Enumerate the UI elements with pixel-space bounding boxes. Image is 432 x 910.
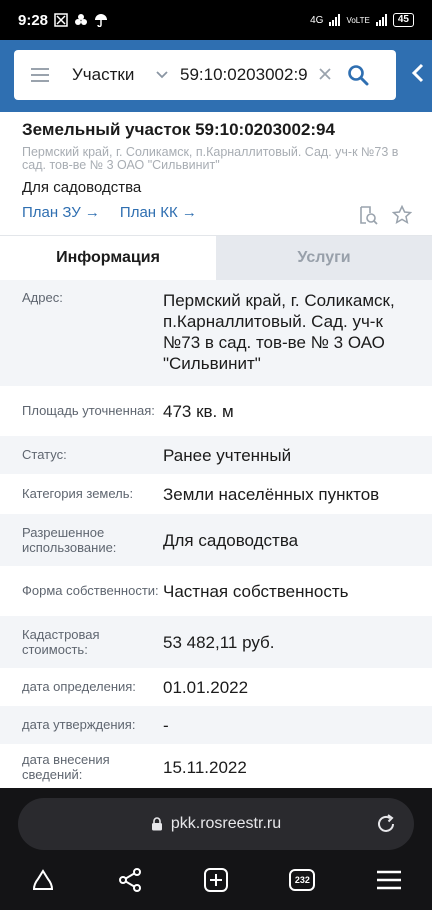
row-value: Частная собственность [163,581,349,601]
category-select[interactable]: Участки [66,65,150,85]
row-label: Адрес: [22,290,63,305]
star-icon[interactable] [392,205,412,225]
tab-count-button[interactable]: 232 [289,869,316,891]
table-row: дата внесения сведений: 15.11.2022 [0,744,432,790]
row-value: Земли населённых пунктов [163,484,380,504]
header-actions [358,205,412,225]
arrow-right-icon: → [181,204,197,221]
document-search-icon[interactable] [358,205,378,225]
hamburger-icon[interactable] [14,50,66,100]
menu-icon[interactable] [376,869,402,891]
row-value: 01.01.2022 [163,677,249,697]
row-value: - [163,715,169,735]
plan-zu-label: План ЗУ [22,204,81,221]
browser-bar: pkk.rosreestr.ru 232 [0,788,432,910]
row-label: Статус: [22,447,67,463]
notification-icon [54,13,68,27]
plan-links: План ЗУ → План КК → [22,204,410,221]
top-bar: Участки 59:10:0203002:9 [0,40,432,112]
row-label: дата утверждения: [22,717,136,733]
row-value: 473 кв. м [163,401,234,421]
row-value: Ранее учтенный [163,445,292,465]
row-value: Пермский край, г. Соликамск, п.Карналлит… [163,291,395,373]
network-label: 4G [310,14,324,26]
page-title: Земельный участок 59:10:0203002:94 [22,120,335,139]
signal-icon [329,14,341,26]
row-label: дата внесения сведений: [22,751,110,783]
lock-icon [151,817,162,831]
add-tab-icon[interactable] [203,867,229,893]
table-row: дата определения: 01.01.2022 [0,668,432,706]
address-bar[interactable]: pkk.rosreestr.ru [18,798,414,850]
reload-icon[interactable] [374,812,398,836]
row-label: Форма собственности: [22,583,159,599]
row-label: Разрешенное использование: [22,524,117,556]
address-short: Пермский край, г. Соликамск, п.Карналлит… [22,145,399,172]
search-box: Участки 59:10:0203002:9 [14,50,396,100]
row-label: Кадастровая стоимость: [22,626,100,658]
plan-kk-link[interactable]: План КК → [120,204,197,221]
table-row: Кадастровая стоимость: 53 482,11 руб. [0,616,432,668]
flower-icon [75,14,88,25]
home-icon[interactable] [30,867,56,893]
search-input[interactable]: 59:10:0203002:9 [180,65,312,85]
table-row: дата утверждения: - [0,706,432,744]
parcel-header: Земельный участок 59:10:0203002:94 Пермс… [0,112,432,236]
table-row: Категория земель: Земли населённых пункт… [0,474,432,514]
info-table: Адрес: Пермский край, г. Соликамск, п.Ка… [0,280,432,790]
plan-kk-label: План КК [119,204,178,221]
volte-label: VoLTE [346,15,370,25]
plan-zu-link[interactable]: План ЗУ → [22,204,100,221]
search-icon[interactable] [338,50,378,100]
purpose-text: Для садоводства [22,179,142,196]
umbrella-icon [95,14,108,27]
browser-nav: 232 [0,860,432,900]
tab-info[interactable]: Информация [0,236,216,280]
chevron-down-icon[interactable] [150,67,174,83]
notification-icons [54,13,108,27]
row-value: Для садоводства [163,530,299,550]
status-time: 9:28 [18,11,49,29]
close-icon[interactable] [312,64,338,87]
signal-icon-2 [375,14,387,26]
row-label: Площадь уточненная: [22,403,155,419]
tabs: Информация Услуги [0,236,432,280]
table-row: Статус: Ранее учтенный [0,436,432,474]
table-row: Разрешенное использование: Для садоводст… [0,514,432,566]
row-value: 15.11.2022 [163,757,247,777]
chevron-left-icon[interactable] [404,62,432,90]
share-icon[interactable] [117,867,143,893]
status-right: 4G VoLTE 45 [310,13,414,27]
tab-services[interactable]: Услуги [216,236,432,280]
row-label: дата определения: [22,679,136,695]
url-text: pkk.rosreestr.ru [170,815,282,832]
table-row: Площадь уточненная: 473 кв. м [0,386,432,436]
table-row: Адрес: Пермский край, г. Соликамск, п.Ка… [0,280,432,386]
status-bar: 9:28 4G VoLTE 45 [0,0,432,40]
row-value: 53 482,11 руб. [163,632,275,652]
row-label: Категория земель: [22,486,134,502]
arrow-right-icon: → [84,204,100,221]
table-row: Форма собственности: Частная собственнос… [0,566,432,616]
battery-icon: 45 [392,13,414,27]
